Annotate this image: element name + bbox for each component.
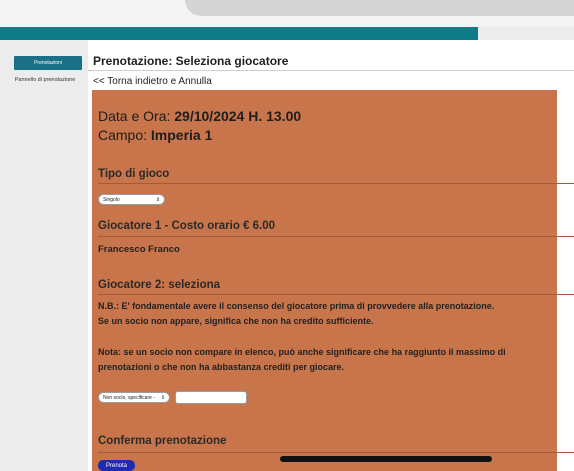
giocatore1-heading: Giocatore 1 - Costo orario € 6.00 [98, 220, 276, 232]
date-value: 29/10/2024 H. 13.00 [174, 108, 302, 124]
giocatore2-selected: Non socio, specificare - [103, 394, 155, 401]
non-socio-name-input[interactable] [175, 391, 247, 404]
note-elenco-line1: Nota: se un socio non compare in elenco,… [98, 347, 506, 357]
campo-line: Campo: Imperia 1 [98, 127, 212, 143]
back-link[interactable]: << Torna indietro e Annulla [93, 76, 212, 87]
booking-panel: Data e Ora: 29/10/2024 H. 13.00 Campo: I… [92, 90, 574, 471]
browser-tab-shape [185, 0, 574, 16]
note-elenco-line2: prenotazioni o che non ha abbastanza cre… [98, 362, 345, 372]
home-indicator [280, 456, 492, 462]
divider [98, 236, 574, 237]
giocatore2-heading: Giocatore 2: seleziona [98, 279, 221, 291]
top-bar [0, 0, 574, 27]
title-divider [88, 70, 574, 71]
note-consenso: N.B.: E' fondamentale avere il consenso … [98, 299, 494, 329]
tipo-gioco-selected: Singolo [103, 196, 120, 203]
divider [98, 452, 574, 453]
note-elenco: Nota: se un socio non compare in elenco,… [98, 345, 506, 375]
header-teal-bar [0, 27, 478, 40]
campo-label: Campo: [98, 127, 151, 143]
main-content: Prenotazione: Seleziona giocatore << Tor… [88, 40, 574, 471]
giocatore1-name: Francesco Franco [98, 244, 180, 255]
date-label: Data e Ora: [98, 108, 175, 124]
tipo-gioco-select[interactable]: Singolo ⇕ [98, 194, 165, 205]
divider [98, 183, 574, 184]
campo-value: Imperia 1 [150, 127, 213, 143]
giocatore2-select[interactable]: Non socio, specificare - ⇕ [98, 392, 170, 403]
note-consenso-line1: N.B.: E' fondamentale avere il consenso … [98, 301, 495, 311]
tipo-gioco-heading: Tipo di gioco [98, 168, 170, 180]
sidebar-link-pannello[interactable]: Pannello di prenotazione [3, 77, 87, 83]
page-title: Prenotazione: Seleziona giocatore [93, 54, 289, 68]
date-time-line: Data e Ora: 29/10/2024 H. 13.00 [98, 108, 301, 124]
divider [98, 294, 574, 295]
conferma-heading: Conferma prenotazione [98, 435, 227, 447]
sidebar: Prenotazioni Pannello di prenotazione [0, 40, 88, 471]
chevron-updown-icon: ⇕ [160, 394, 165, 401]
note-consenso-line2: Se un socio non appare, significa che no… [98, 316, 374, 326]
prenota-button[interactable]: Prenota [98, 460, 135, 471]
sidebar-button-prenotazioni[interactable]: Prenotazioni [14, 56, 82, 70]
chevron-updown-icon: ⇕ [155, 196, 160, 203]
